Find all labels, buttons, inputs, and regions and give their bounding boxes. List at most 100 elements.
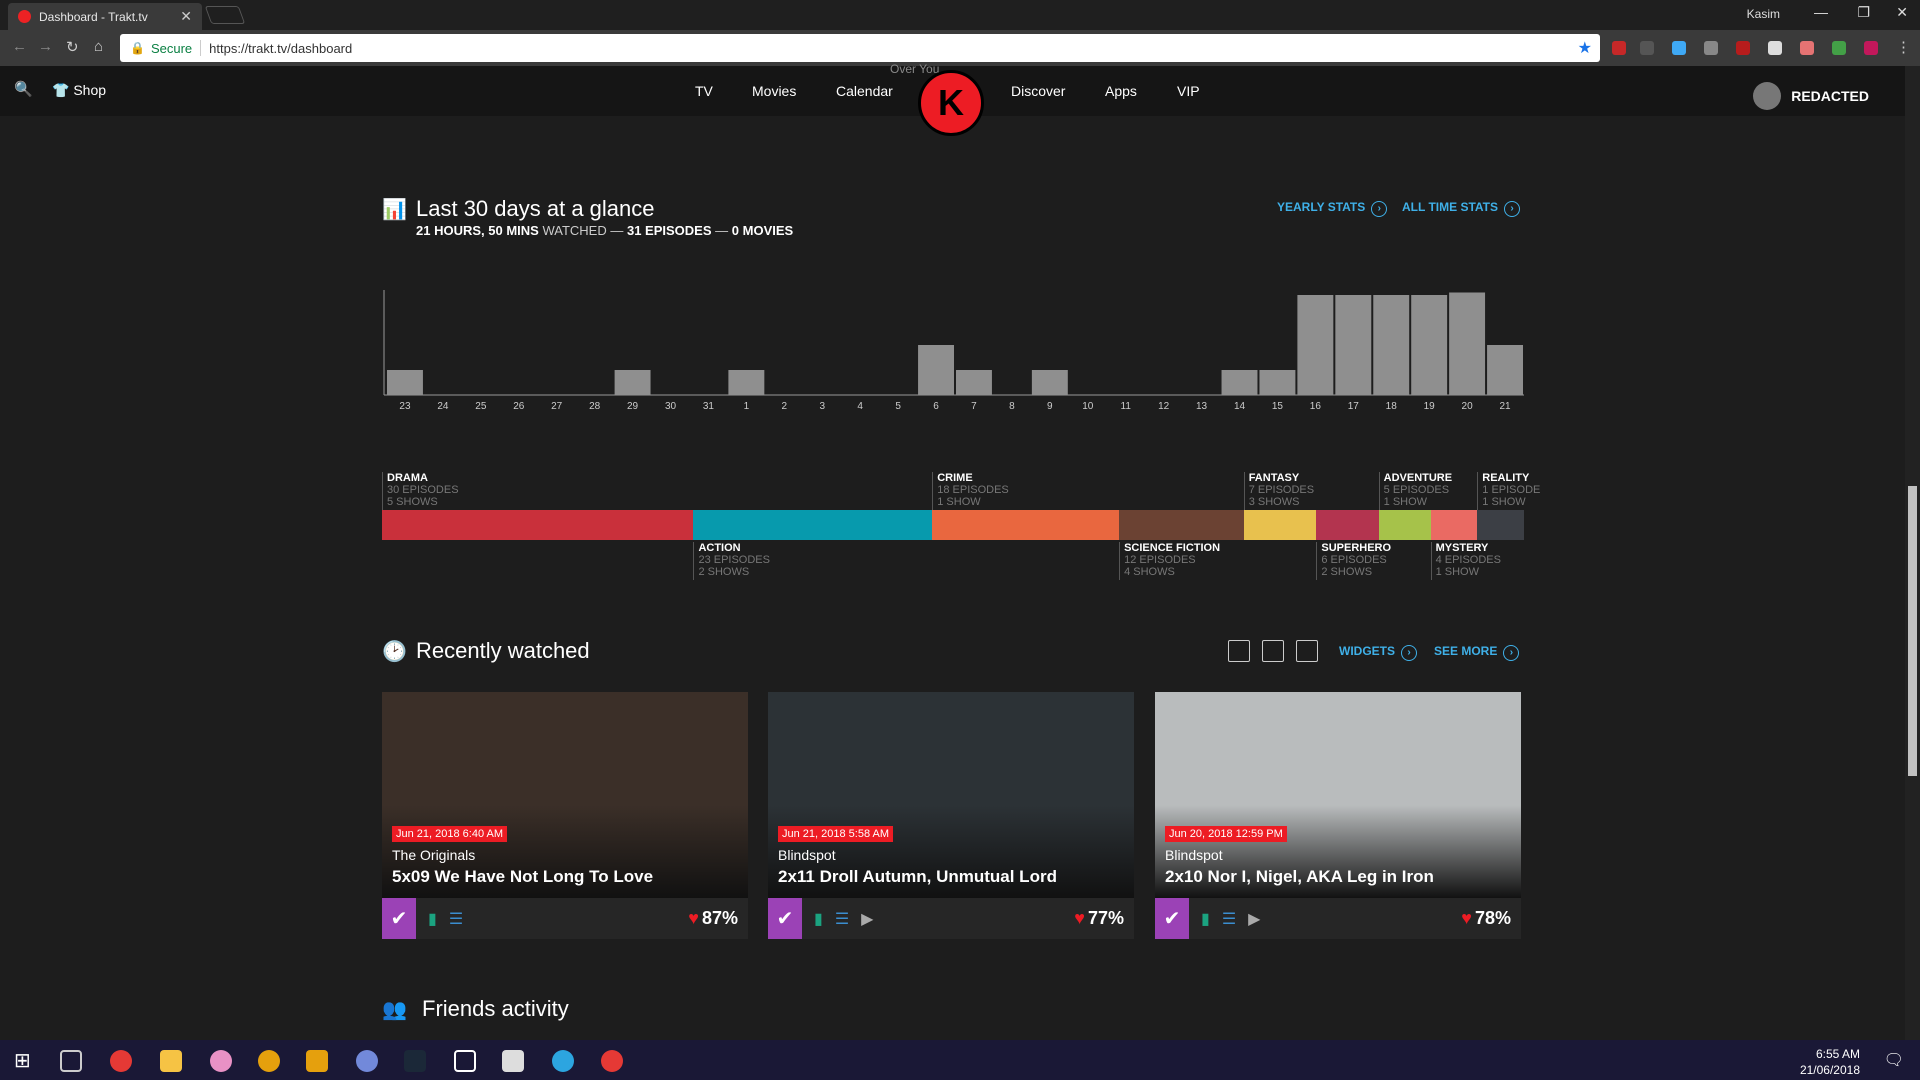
home-icon[interactable]: ⌂ xyxy=(94,38,103,55)
notifications-icon[interactable]: 🗨 xyxy=(1884,1050,1904,1070)
extension-icon[interactable] xyxy=(1768,41,1782,55)
nav-apps[interactable]: Apps xyxy=(1105,83,1137,99)
extension-icon[interactable] xyxy=(1832,41,1846,55)
back-icon[interactable]: ← xyxy=(12,38,27,55)
chart-bar[interactable] xyxy=(1449,292,1486,396)
windows-start-icon[interactable]: ⊞ xyxy=(14,1048,31,1073)
file-explorer-icon[interactable] xyxy=(160,1050,182,1072)
list-icon[interactable]: ☰ xyxy=(1222,909,1236,929)
steam-icon[interactable] xyxy=(404,1050,426,1072)
play-icon[interactable]: ▶ xyxy=(1248,909,1260,929)
episode-title[interactable]: 2x10 Nor I, Nigel, AKA Leg in Iron xyxy=(1165,867,1434,887)
chrome-icon[interactable] xyxy=(110,1050,132,1072)
history-card[interactable]: Jun 21, 2018 6:40 AM The Originals 5x09 … xyxy=(382,692,748,939)
chrome-menu-icon[interactable]: ⋮ xyxy=(1896,38,1911,56)
search-icon[interactable]: 🔍 xyxy=(14,80,33,98)
watched-check-button[interactable]: ✔ xyxy=(768,898,802,939)
genre-segment[interactable] xyxy=(382,510,694,540)
chart-bar[interactable] xyxy=(918,345,954,395)
reload-icon[interactable]: ↻ xyxy=(66,38,79,56)
tab-close-icon[interactable]: ✕ xyxy=(180,8,192,25)
system-clock[interactable]: 6:55 AM 21/06/2018 xyxy=(1800,1046,1860,1078)
chart-bar[interactable] xyxy=(387,370,423,395)
nav-calendar[interactable]: Calendar xyxy=(836,83,893,99)
chart-bar[interactable] xyxy=(1297,295,1334,395)
nav-tv[interactable]: TV xyxy=(695,83,713,99)
list-icon[interactable]: ☰ xyxy=(449,909,463,929)
browser-tab[interactable]: Dashboard - Trakt.tv ✕ xyxy=(8,3,202,30)
user-menu[interactable]: REDACTED xyxy=(1753,82,1869,110)
bookmark-star-icon[interactable]: ★ xyxy=(1578,38,1592,58)
forward-icon[interactable]: → xyxy=(38,38,53,55)
shop-link[interactable]: 👕 Shop xyxy=(52,82,106,99)
chart-bar[interactable] xyxy=(1411,295,1448,395)
chart-bar[interactable] xyxy=(1373,295,1410,395)
seven-app-icon[interactable] xyxy=(454,1050,476,1072)
close-window-icon[interactable]: ✕ xyxy=(1896,4,1908,21)
chart-bar[interactable] xyxy=(1259,370,1296,395)
genre-segment[interactable] xyxy=(1430,510,1478,540)
chart-bar[interactable] xyxy=(1335,295,1372,395)
collection-icon[interactable]: ▮ xyxy=(814,909,823,929)
itunes-icon[interactable] xyxy=(210,1050,232,1072)
extension-icon[interactable] xyxy=(1864,41,1878,55)
genre-segment[interactable] xyxy=(932,510,1120,540)
extension-icon[interactable] xyxy=(1800,41,1814,55)
plex-media-icon[interactable] xyxy=(306,1050,328,1072)
page-scrollbar[interactable] xyxy=(1905,66,1920,1040)
browser-profile-name[interactable]: Kasim xyxy=(1747,7,1780,21)
chart-bar[interactable] xyxy=(1487,345,1523,395)
collection-icon[interactable]: ▮ xyxy=(428,909,437,929)
episode-title[interactable]: 5x09 We Have Not Long To Love xyxy=(392,867,653,887)
csv-icon[interactable] xyxy=(1296,640,1318,662)
chrome-active-icon[interactable] xyxy=(601,1050,623,1072)
extension-icon[interactable] xyxy=(1704,41,1718,55)
nav-movies[interactable]: Movies xyxy=(752,83,796,99)
nav-discover[interactable]: Discover xyxy=(1011,83,1065,99)
url-text[interactable]: https://trakt.tv/dashboard xyxy=(209,41,352,56)
telegram-icon[interactable] xyxy=(552,1050,574,1072)
genre-segment[interactable] xyxy=(1316,510,1379,540)
all-time-stats-link[interactable]: ALL TIME STATS › xyxy=(1402,200,1520,217)
plex-icon[interactable] xyxy=(258,1050,280,1072)
extension-icon[interactable] xyxy=(1640,41,1654,55)
minimize-icon[interactable]: — xyxy=(1814,4,1828,20)
show-title[interactable]: Blindspot xyxy=(1165,847,1223,863)
address-bar[interactable]: 🔒 Secure https://trakt.tv/dashboard ★ xyxy=(120,34,1600,62)
calendar-icon[interactable] xyxy=(1228,640,1250,662)
chart-bar[interactable] xyxy=(1221,370,1258,395)
yearly-stats-link[interactable]: YEARLY STATS › xyxy=(1277,200,1388,217)
genre-segment[interactable] xyxy=(1119,510,1244,540)
genre-segment[interactable] xyxy=(1243,510,1317,540)
extension-icon[interactable] xyxy=(1672,41,1686,55)
task-view-icon[interactable] xyxy=(60,1050,82,1072)
genre-segment[interactable] xyxy=(693,510,933,540)
play-icon[interactable]: ▶ xyxy=(861,909,873,929)
show-title[interactable]: Blindspot xyxy=(778,847,836,863)
watched-check-button[interactable]: ✔ xyxy=(382,898,416,939)
extension-icon[interactable] xyxy=(1612,41,1626,55)
extension-icon[interactable] xyxy=(1736,41,1750,55)
chart-bar[interactable] xyxy=(614,370,651,395)
chart-bar[interactable] xyxy=(1031,370,1068,395)
chart-bar[interactable] xyxy=(728,370,765,395)
discord-icon[interactable] xyxy=(356,1050,378,1072)
list-icon[interactable]: ☰ xyxy=(835,909,849,929)
chart-bar[interactable] xyxy=(956,370,992,395)
trakt-logo[interactable]: K xyxy=(918,70,984,136)
show-title[interactable]: The Originals xyxy=(392,847,475,863)
episode-title[interactable]: 2x11 Droll Autumn, Unmutual Lord xyxy=(778,867,1057,887)
rss-icon[interactable] xyxy=(1262,640,1284,662)
history-card[interactable]: Jun 20, 2018 12:59 PM Blindspot 2x10 Nor… xyxy=(1155,692,1521,939)
watched-check-button[interactable]: ✔ xyxy=(1155,898,1189,939)
maximize-icon[interactable]: ❐ xyxy=(1857,4,1870,21)
nav-vip[interactable]: VIP xyxy=(1177,83,1200,99)
new-tab-button[interactable] xyxy=(204,6,246,24)
genre-segment[interactable] xyxy=(1477,510,1524,540)
see-more-link[interactable]: SEE MORE › xyxy=(1434,644,1520,661)
scrollbar-thumb[interactable] xyxy=(1908,486,1917,776)
collection-icon[interactable]: ▮ xyxy=(1201,909,1210,929)
history-card[interactable]: Jun 21, 2018 5:58 AM Blindspot 2x11 Drol… xyxy=(768,692,1134,939)
app-icon[interactable] xyxy=(502,1050,524,1072)
widgets-link[interactable]: WIDGETS › xyxy=(1339,644,1417,661)
